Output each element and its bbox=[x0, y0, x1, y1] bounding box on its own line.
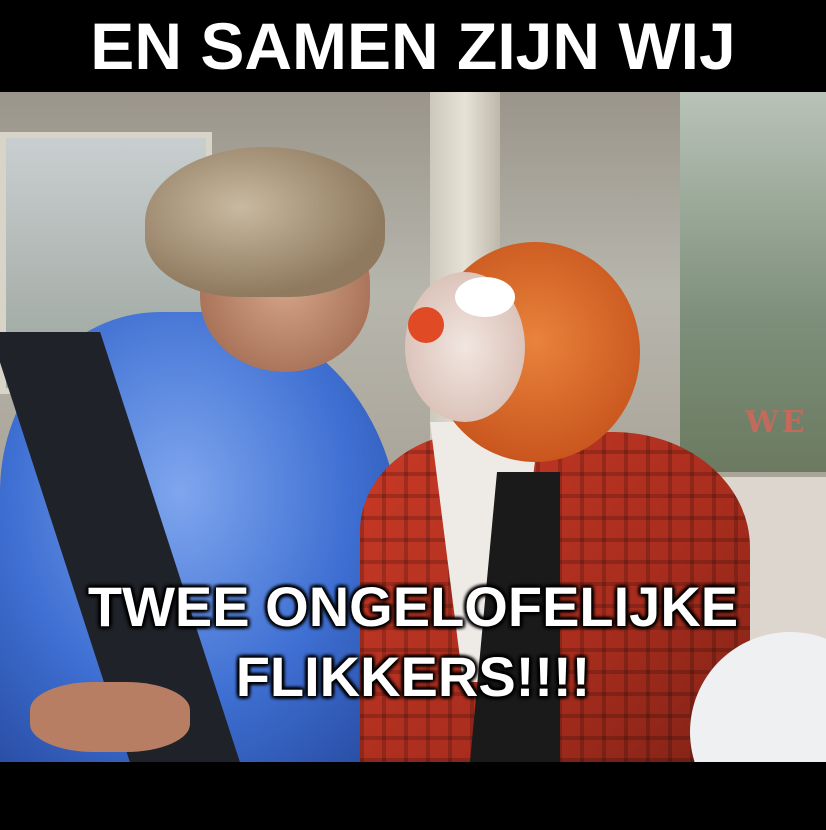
sign-text: WE bbox=[745, 405, 808, 440]
clown-eye-makeup bbox=[455, 277, 515, 317]
clown-red-nose bbox=[408, 307, 444, 343]
top-caption: EN SAMEN ZIJN WIJ bbox=[90, 9, 736, 83]
man-hair bbox=[145, 147, 385, 297]
bottom-caption: TWEE ONGELOFELIJKE FLIKKERS!!!! bbox=[0, 572, 826, 712]
meme-image: EN SAMEN ZIJN WIJ WE TWEE ONGELOFELIJKE … bbox=[0, 0, 826, 830]
bottom-black-band bbox=[0, 762, 826, 830]
bottom-caption-line-1: TWEE ONGELOFELIJKE bbox=[87, 575, 739, 638]
bottom-caption-line-2: FLIKKERS!!!! bbox=[235, 645, 591, 708]
